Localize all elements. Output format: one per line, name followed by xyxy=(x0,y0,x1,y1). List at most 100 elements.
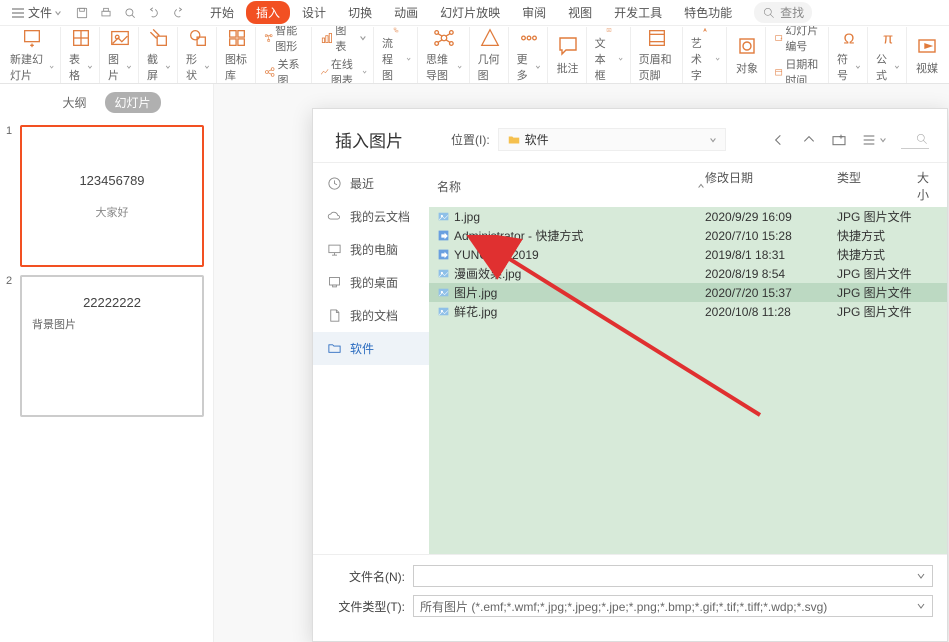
ribbon-chart[interactable]: 图表 xyxy=(320,26,367,54)
tab-design[interactable]: 设计 xyxy=(292,1,336,24)
ribbon-table[interactable]: 表格 xyxy=(63,27,100,83)
sidebar-recent[interactable]: 最近 xyxy=(313,167,429,200)
back-icon[interactable] xyxy=(771,132,787,148)
tab-slideshow[interactable]: 幻灯片放映 xyxy=(430,1,510,24)
sidebar-desktop[interactable]: 我的桌面 xyxy=(313,266,429,299)
panel-tab-outline[interactable]: 大纲 xyxy=(52,92,96,113)
redo-icon xyxy=(171,6,185,20)
ribbon-equation-label: 公式 xyxy=(876,51,900,83)
tab-start[interactable]: 开始 xyxy=(200,1,244,24)
dialog-header: 插入图片 位置(I): 软件 xyxy=(313,109,947,162)
slide-thumb-2[interactable]: 22222222 背景图片 xyxy=(20,275,204,417)
ribbon-picture[interactable]: 图片 xyxy=(102,27,139,83)
qa-preview[interactable] xyxy=(120,3,140,23)
filename-input[interactable] xyxy=(413,565,933,587)
ribbon-textbox[interactable]: A 文本框 xyxy=(589,27,631,83)
ribbon-picture-label: 图片 xyxy=(108,51,132,83)
sort-asc-icon xyxy=(697,182,705,190)
tab-animation[interactable]: 动画 xyxy=(384,1,428,24)
ribbon-relation[interactable]: 关系图 xyxy=(264,56,305,85)
slidenum-icon: # xyxy=(774,31,783,45)
filetype-dropdown[interactable]: 所有图片 (*.emf;*.wmf;*.jpg;*.jpeg;*.jpe;*.p… xyxy=(413,595,933,617)
ribbon-shapes-label: 形状 xyxy=(186,51,210,83)
new-slide-icon xyxy=(20,27,44,49)
location-value: 软件 xyxy=(525,131,549,148)
qa-print[interactable] xyxy=(96,3,116,23)
ribbon-screenshot[interactable]: 截屏 xyxy=(141,27,178,83)
new-folder-icon[interactable] xyxy=(831,132,847,148)
tab-devtools[interactable]: 开发工具 xyxy=(604,1,672,24)
file-name: Administrator - 快捷方式 xyxy=(454,227,583,244)
col-size[interactable]: 大小 xyxy=(917,169,939,203)
file-type: JPG 图片文件 xyxy=(837,284,917,301)
ribbon-more-label: 更多 xyxy=(517,51,541,83)
ribbon-object[interactable]: 对象 xyxy=(729,27,766,83)
qa-save[interactable] xyxy=(72,3,92,23)
file-row[interactable]: YUNQISHI20192019/8/1 18:31快捷方式 xyxy=(429,245,947,264)
file-type: JPG 图片文件 xyxy=(837,265,917,282)
ribbon-chart-group: 图表 在线图表 xyxy=(314,27,374,83)
col-date[interactable]: 修改日期 xyxy=(705,169,837,203)
filename-label: 文件名(N): xyxy=(327,568,405,585)
sidebar-computer[interactable]: 我的电脑 xyxy=(313,233,429,266)
file-menu[interactable]: 文件 xyxy=(4,4,68,21)
file-row[interactable]: 1.jpg2020/9/29 16:09JPG 图片文件 xyxy=(429,207,947,226)
tab-special[interactable]: 特色功能 xyxy=(674,1,742,24)
sidebar-desktop-label: 我的桌面 xyxy=(350,274,398,291)
tab-transition[interactable]: 切换 xyxy=(338,1,382,24)
file-list: 1.jpg2020/9/29 16:09JPG 图片文件Administrato… xyxy=(429,207,947,554)
slide-1-sub: 大家好 xyxy=(96,204,129,220)
col-type[interactable]: 类型 xyxy=(837,169,917,203)
tab-insert[interactable]: 插入 xyxy=(246,1,290,24)
view-mode-dropdown[interactable] xyxy=(861,132,887,148)
file-date: 2020/7/10 15:28 xyxy=(705,229,837,243)
ribbon-headerfooter-label: 页眉和页脚 xyxy=(639,51,676,83)
search-box[interactable]: 查找 xyxy=(754,2,812,23)
file-row[interactable]: 漫画效果.jpg2020/8/19 8:54JPG 图片文件 xyxy=(429,264,947,283)
ribbon-symbol[interactable]: Ω 符号 xyxy=(831,27,868,83)
qa-undo[interactable] xyxy=(144,3,164,23)
slide-1-title: 123456789 xyxy=(79,173,144,188)
ribbon-mindmap[interactable]: 思维导图 xyxy=(420,27,470,83)
ribbon-smartart[interactable]: 智能图形 xyxy=(264,26,305,54)
col-name[interactable]: 名称 xyxy=(437,169,705,203)
ribbon-comment[interactable]: 批注 xyxy=(550,27,587,83)
ribbon-screenshot-label: 截屏 xyxy=(147,51,171,83)
file-row[interactable]: 鲜花.jpg2020/10/8 11:28JPG 图片文件 xyxy=(429,302,947,321)
file-row[interactable]: 图片.jpg2020/7/20 15:37JPG 图片文件 xyxy=(429,283,947,302)
ribbon: 新建幻灯片 表格 图片 截屏 形状 图标库 智能图形 关系图 图表 在线图表 流… xyxy=(0,26,949,84)
ribbon-wordart[interactable]: A 艺术字 xyxy=(685,27,727,83)
insert-picture-dialog: 插入图片 位置(I): 软件 最近 xyxy=(312,108,948,642)
file-date: 2020/8/19 8:54 xyxy=(705,267,837,281)
dialog-search[interactable] xyxy=(901,131,929,149)
ribbon-flowchart[interactable]: 流程图 xyxy=(376,27,418,83)
clock-icon xyxy=(327,176,342,191)
object-icon xyxy=(735,34,759,58)
document-icon xyxy=(327,308,342,323)
ribbon-slidenum[interactable]: #幻灯片编号 xyxy=(774,26,822,54)
ribbon-datetime[interactable]: 日期和时间 xyxy=(774,56,822,85)
location-dropdown[interactable]: 软件 xyxy=(498,128,726,151)
ribbon-geometry[interactable]: 几何图 xyxy=(472,27,509,83)
panel-tab-slides[interactable]: 幻灯片 xyxy=(105,92,161,113)
ribbon-new-slide[interactable]: 新建幻灯片 xyxy=(4,27,61,83)
ribbon-online-chart[interactable]: 在线图表 xyxy=(320,56,367,85)
ribbon-headerfooter[interactable]: 页眉和页脚 xyxy=(633,27,683,83)
ribbon-more[interactable]: 更多 xyxy=(511,27,548,83)
flowchart-icon xyxy=(384,27,408,33)
ribbon-equation[interactable]: π 公式 xyxy=(870,27,907,83)
tab-review[interactable]: 审阅 xyxy=(512,1,556,24)
slide-thumb-1[interactable]: 123456789 大家好 xyxy=(20,125,204,267)
tab-view[interactable]: 视图 xyxy=(558,1,602,24)
up-icon[interactable] xyxy=(801,132,817,148)
file-name: YUNQISHI2019 xyxy=(454,248,539,262)
sidebar-software[interactable]: 软件 xyxy=(313,332,429,365)
qa-redo[interactable] xyxy=(168,3,188,23)
sidebar-documents[interactable]: 我的文档 xyxy=(313,299,429,332)
ribbon-iconlib[interactable]: 图标库 xyxy=(219,27,256,83)
ribbon-media[interactable]: 视媒 xyxy=(909,27,945,83)
sidebar-cloud[interactable]: 我的云文档 xyxy=(313,200,429,233)
file-row[interactable]: Administrator - 快捷方式2020/7/10 15:28快捷方式 xyxy=(429,226,947,245)
ribbon-shapes[interactable]: 形状 xyxy=(180,27,217,83)
sidebar-cloud-label: 我的云文档 xyxy=(350,208,410,225)
